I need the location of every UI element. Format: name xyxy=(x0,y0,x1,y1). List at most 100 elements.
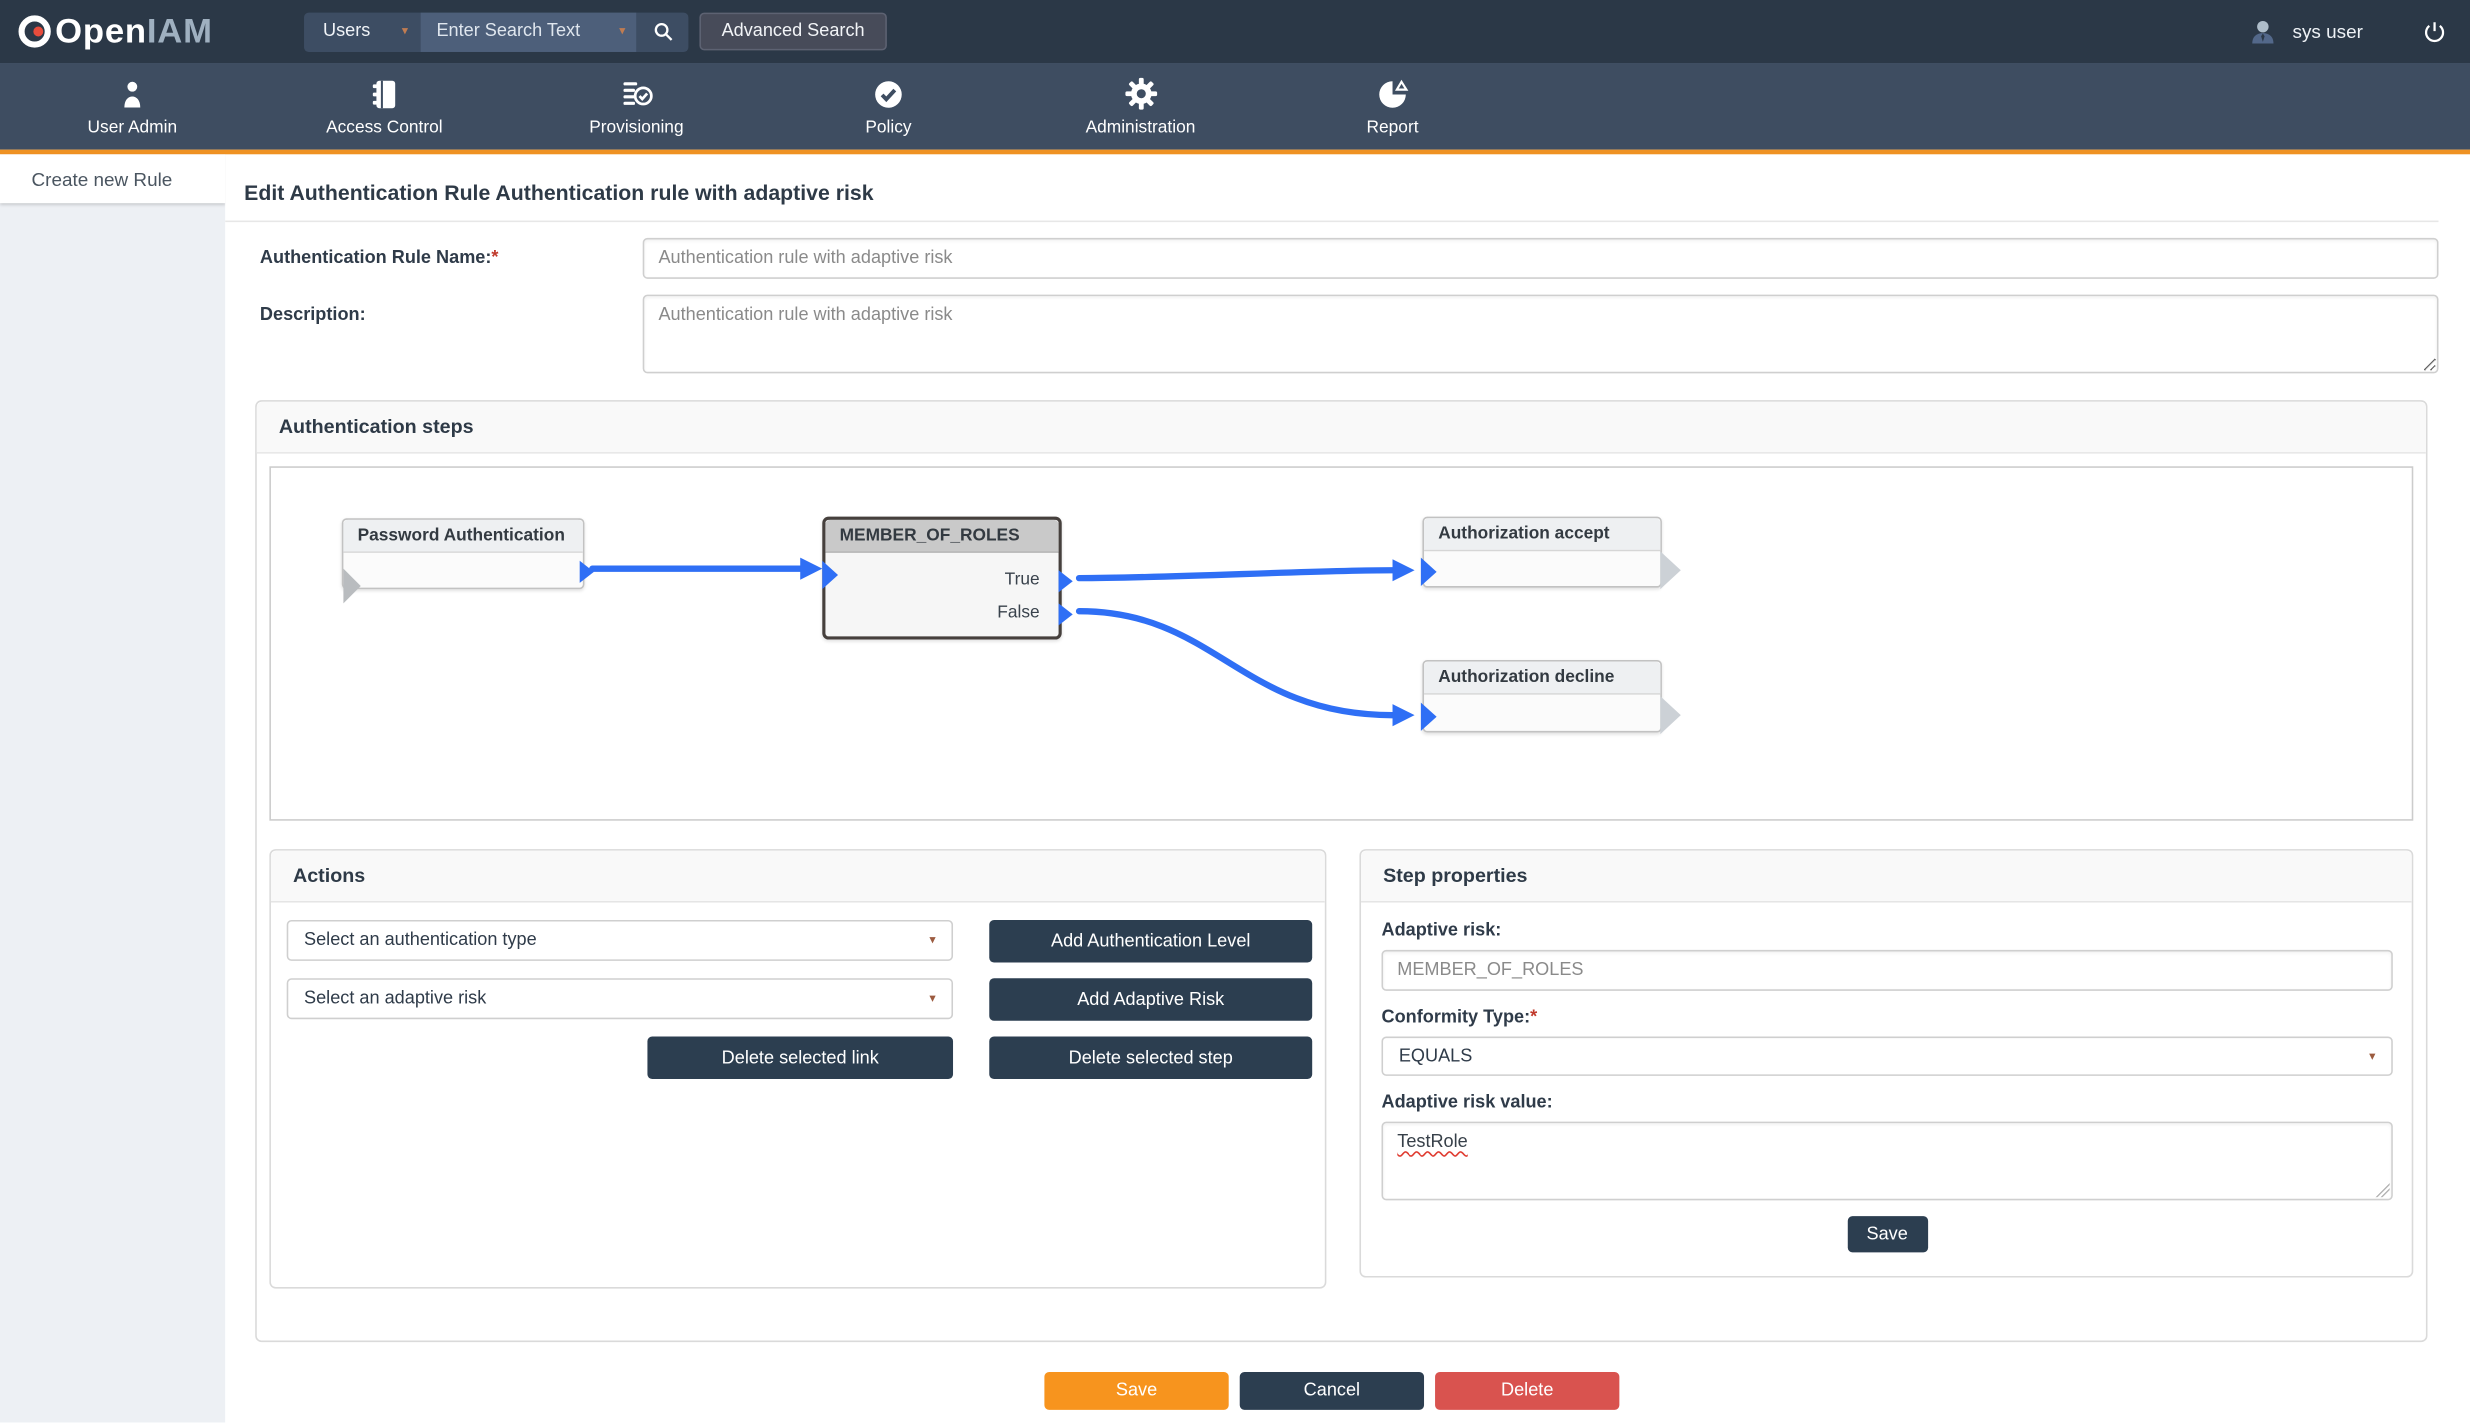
delete-selected-step-button[interactable]: Delete selected step xyxy=(989,1037,1312,1080)
sidebar: Create new Rule xyxy=(0,154,225,1422)
search-button[interactable] xyxy=(637,12,689,51)
node-authorization-decline[interactable]: Authorization decline xyxy=(1422,660,1661,732)
step-properties-panel: Step properties Adaptive risk: Conformit… xyxy=(1359,849,2413,1277)
node-title: Authorization decline xyxy=(1424,662,1660,695)
rule-name-label: Authentication Rule Name:* xyxy=(260,238,643,279)
report-icon xyxy=(1375,76,1410,111)
search-category-value: Users xyxy=(323,22,370,41)
authentication-steps-heading: Authentication steps xyxy=(257,402,2426,454)
chevron-down-icon: ▾ xyxy=(402,25,408,38)
nav-label: Policy xyxy=(865,117,911,136)
conformity-type-select[interactable]: EQUALS ▾ xyxy=(1382,1037,2393,1076)
node-member-of-roles[interactable]: MEMBER_OF_ROLES True False xyxy=(822,517,1061,640)
adaptive-risk-value-textarea[interactable]: TestRole xyxy=(1382,1122,2393,1201)
nav-label: Administration xyxy=(1086,118,1196,137)
output-port-true[interactable] xyxy=(1059,570,1073,592)
rule-name-input[interactable] xyxy=(643,238,2439,279)
adaptive-risk-value-text: TestRole xyxy=(1397,1133,1467,1152)
chevron-down-icon: ▾ xyxy=(619,25,625,38)
form-footer-buttons: Save Cancel Delete xyxy=(225,1372,2438,1410)
actions-panel: Actions Select an authentication type ▾ … xyxy=(269,849,1326,1288)
chevron-down-icon: ▾ xyxy=(2369,1050,2375,1063)
conformity-type-label: Conformity Type:* xyxy=(1382,1008,2393,1027)
adaptive-risk-label: Adaptive risk: xyxy=(1382,922,2393,941)
adaptive-risk-input[interactable] xyxy=(1382,950,2393,991)
rule-name-row: Authentication Rule Name:* xyxy=(260,238,2439,279)
adaptive-risk-select[interactable]: Select an adaptive risk ▾ xyxy=(287,978,953,1019)
nav-label: Provisioning xyxy=(589,117,683,136)
output-port[interactable] xyxy=(1660,551,1680,589)
administration-icon xyxy=(1122,76,1158,112)
chevron-down-icon: ▾ xyxy=(929,992,935,1005)
nav-label: User Admin xyxy=(88,117,178,136)
avatar[interactable] xyxy=(2248,17,2278,47)
input-port[interactable] xyxy=(1421,703,1437,731)
selected-value: Select an authentication type xyxy=(304,931,537,950)
node-password-authentication[interactable]: Password Authentication xyxy=(342,518,585,589)
node-title: Password Authentication xyxy=(343,520,582,553)
logout-button[interactable] xyxy=(2421,18,2448,45)
input-port[interactable] xyxy=(343,569,360,604)
nav-item-policy[interactable]: Policy xyxy=(762,63,1014,150)
advanced-search-button[interactable]: Advanced Search xyxy=(700,13,887,51)
node-authorization-accept[interactable]: Authorization accept xyxy=(1422,517,1661,588)
username-label[interactable]: sys user xyxy=(2292,20,2362,42)
nav-item-provisioning[interactable]: Provisioning xyxy=(510,63,762,150)
add-adaptive-risk-button[interactable]: Add Adaptive Risk xyxy=(989,978,1312,1021)
adaptive-risk-value-label: Adaptive risk value: xyxy=(1382,1093,2393,1112)
openiam-logo[interactable]: OpenIAM xyxy=(16,11,213,52)
nav-label: Report xyxy=(1367,117,1419,136)
global-search: Users ▾ Enter Search Text ▾ xyxy=(304,12,688,51)
nav-item-user-admin[interactable]: User Admin xyxy=(6,63,258,150)
search-input[interactable]: Enter Search Text ▾ xyxy=(421,12,637,51)
nav-item-report[interactable]: Report xyxy=(1267,63,1519,150)
resize-handle[interactable] xyxy=(2375,1183,2389,1197)
main-nav: User Admin Access Control xyxy=(0,63,2470,150)
output-port[interactable] xyxy=(580,561,594,583)
save-button[interactable]: Save xyxy=(1044,1372,1228,1410)
node-title: MEMBER_OF_ROLES xyxy=(825,520,1058,553)
step-properties-heading: Step properties xyxy=(1361,851,2412,903)
logo-o-icon xyxy=(16,13,54,51)
description-label: Description: xyxy=(260,295,643,382)
cancel-button[interactable]: Cancel xyxy=(1240,1372,1424,1410)
provisioning-icon xyxy=(618,76,654,111)
output-label-false: False xyxy=(997,603,1039,622)
search-placeholder: Enter Search Text xyxy=(436,22,580,41)
sidebar-item-create-new-rule[interactable]: Create new Rule xyxy=(0,154,225,203)
output-label-true: True xyxy=(1005,570,1040,589)
page-title: Edit Authentication Rule Authentication … xyxy=(225,154,2438,222)
output-port-false[interactable] xyxy=(1059,603,1073,625)
nav-item-administration[interactable]: Administration xyxy=(1014,63,1266,150)
selected-value: Select an adaptive risk xyxy=(304,989,486,1008)
description-textarea[interactable] xyxy=(643,295,2439,374)
step-properties-save-button[interactable]: Save xyxy=(1847,1216,1927,1252)
delete-selected-link-button[interactable]: Delete selected link xyxy=(647,1037,953,1080)
nav-item-access-control[interactable]: Access Control xyxy=(258,63,510,150)
delete-button[interactable]: Delete xyxy=(1435,1372,1619,1410)
flow-links xyxy=(271,468,2413,819)
authentication-type-select[interactable]: Select an authentication type ▾ xyxy=(287,920,953,961)
node-title: Authorization accept xyxy=(1424,518,1660,551)
main-content: Edit Authentication Rule Authentication … xyxy=(225,154,2470,1422)
input-port[interactable] xyxy=(822,561,838,589)
user-admin-icon xyxy=(115,76,150,111)
top-bar: OpenIAM Users ▾ Enter Search Text ▾ Adva… xyxy=(0,0,2470,63)
output-port[interactable] xyxy=(1660,696,1680,734)
logo-text-open: Open xyxy=(55,11,147,52)
policy-icon xyxy=(871,76,906,111)
user-area: sys user xyxy=(2248,0,2448,63)
chevron-down-icon: ▾ xyxy=(929,934,935,947)
selected-value: EQUALS xyxy=(1399,1047,1473,1066)
input-port[interactable] xyxy=(1421,558,1437,586)
required-asterisk: * xyxy=(491,249,498,268)
flow-canvas[interactable]: Password Authentication MEMBER_OF_ROLES … xyxy=(269,466,2413,820)
access-control-icon xyxy=(367,76,402,111)
link-false-to-decline xyxy=(1079,611,1392,715)
description-row: Description: xyxy=(260,295,2439,382)
power-icon xyxy=(2421,18,2448,45)
search-category-select[interactable]: Users ▾ xyxy=(304,12,421,51)
logo-text-iam: IAM xyxy=(147,11,213,52)
add-authentication-level-button[interactable]: Add Authentication Level xyxy=(989,920,1312,963)
authentication-steps-panel: Authentication steps xyxy=(255,400,2427,1342)
